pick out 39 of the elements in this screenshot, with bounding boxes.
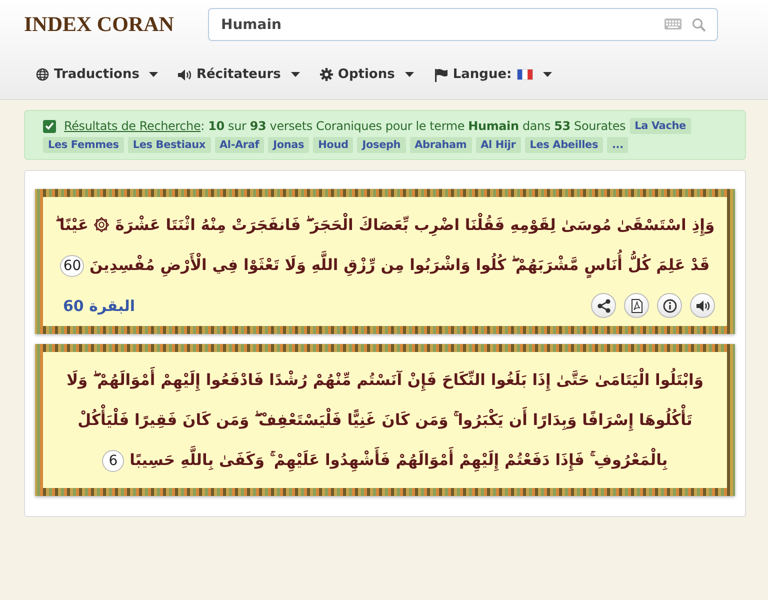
info-button[interactable] bbox=[657, 293, 682, 318]
menu-dropdown[interactable]: Récitateurs bbox=[178, 67, 300, 82]
speaker-icon bbox=[178, 68, 192, 80]
surah-tag[interactable]: Les Bestiaux bbox=[128, 137, 210, 153]
surah-tag[interactable]: Joseph bbox=[357, 137, 406, 153]
site-logo[interactable]: INDEX CORAN bbox=[24, 12, 192, 37]
flag-icon bbox=[434, 68, 448, 82]
caret-icon bbox=[404, 72, 414, 77]
gear-icon bbox=[320, 68, 333, 81]
surah-tag[interactable]: Al-Araf bbox=[214, 137, 264, 153]
share-icon bbox=[596, 298, 610, 312]
share-button[interactable] bbox=[591, 293, 616, 318]
pdf-icon bbox=[630, 298, 642, 312]
menu-dropdown[interactable]: Traductions bbox=[36, 67, 158, 82]
results-link[interactable]: Résultats de Recherche bbox=[64, 119, 201, 133]
speaker-icon bbox=[696, 300, 710, 312]
info-icon bbox=[662, 298, 676, 312]
results-summary: : 10 sur 93 versets Coraniques pour le terme Humain dans 53 Sourates bbox=[200, 119, 626, 133]
verse-number: 6 bbox=[102, 450, 124, 472]
globe-icon bbox=[36, 68, 49, 81]
checkbox[interactable] bbox=[43, 120, 56, 132]
verse-number: 60 bbox=[60, 254, 84, 277]
caret-icon bbox=[290, 72, 300, 77]
caret-icon bbox=[542, 72, 552, 77]
french-flag-icon bbox=[516, 69, 533, 80]
caret-icon bbox=[149, 72, 158, 77]
surah-tag[interactable]: ... bbox=[607, 137, 628, 153]
audio-button[interactable] bbox=[690, 293, 715, 318]
surah-tag[interactable]: La Vache bbox=[630, 118, 691, 134]
surah-tag[interactable]: Houd bbox=[313, 137, 354, 153]
pdf-button[interactable] bbox=[624, 293, 649, 318]
surah-tag[interactable]: Abraham bbox=[410, 137, 472, 153]
surah-tag[interactable]: Les Femmes bbox=[43, 137, 124, 153]
surah-tag[interactable]: Al Hijr bbox=[476, 137, 521, 153]
menu-dropdown[interactable]: Options bbox=[320, 67, 414, 82]
surah-tag[interactable]: Les Abeilles bbox=[524, 137, 604, 153]
verse-reference[interactable]: البقرة 60 bbox=[55, 296, 135, 314]
menu-dropdown[interactable]: Langue: bbox=[434, 67, 552, 82]
surah-tag[interactable]: Jonas bbox=[268, 137, 310, 153]
